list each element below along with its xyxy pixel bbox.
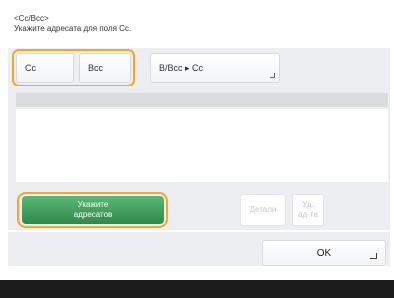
screen-title: <Cc/Bcc> <box>14 14 49 23</box>
enter-icon <box>370 253 377 259</box>
bottom-strip <box>0 280 394 298</box>
delete-recipient-button[interactable]: Уд. ад-та <box>292 194 324 226</box>
ok-button[interactable]: OK <box>262 240 386 266</box>
specify-highlight <box>17 192 168 228</box>
details-button[interactable]: Детали <box>240 194 286 226</box>
move-to-cc-button[interactable]: В/Bcc ▸ Cc <box>150 53 280 83</box>
tabs-highlight <box>12 49 135 87</box>
details-label: Детали <box>249 205 277 214</box>
recipient-list-header <box>16 93 388 107</box>
delete-label-line2: ад-та <box>298 210 318 219</box>
move-to-cc-label: В/Bcc ▸ Cc <box>159 62 204 73</box>
delete-label-line1: Уд. <box>302 200 314 209</box>
ok-label: OK <box>316 247 332 259</box>
screen-instruction: Укажите адресата для поля Cc. <box>14 24 132 33</box>
corner-arrow-icon <box>270 73 275 78</box>
screen-header: <Cc/Bcc> Укажите адресата для поля Cc. <box>14 14 131 34</box>
recipient-list[interactable] <box>16 109 388 182</box>
